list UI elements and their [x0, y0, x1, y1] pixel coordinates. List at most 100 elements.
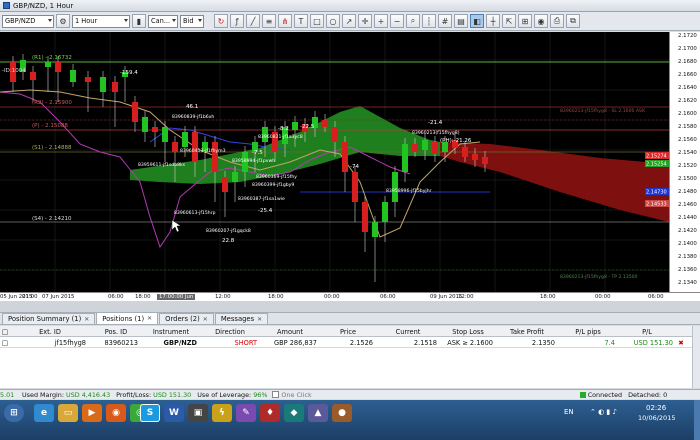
ohlc-button[interactable]: ┼	[486, 14, 500, 28]
shape-tool-button[interactable]: □	[310, 14, 324, 28]
magnifier-button[interactable]: ⌕	[406, 14, 420, 28]
pitchfork-button[interactable]: ⋔	[278, 14, 292, 28]
chart-canvas[interactable]: (R1) - 2.16732 (R2) - 2.15900 (P) - 2.15…	[0, 32, 669, 292]
time-axis[interactable]: 17:00:00 Jun 05 Jun 2015 21:00 07 Jun 2015…	[0, 292, 700, 301]
period-select[interactable]: 1 Hour	[72, 14, 130, 28]
lightning-icon[interactable]: ϟ	[212, 404, 232, 422]
row-checkbox[interactable]: □	[0, 337, 10, 348]
tab-messages[interactable]: Messages ✕	[214, 313, 269, 324]
screenshot-button[interactable]: ◉	[534, 14, 548, 28]
rectangle-icon: □	[313, 16, 321, 26]
paint-icon[interactable]: ✎	[236, 404, 256, 422]
indicators-button[interactable]: ƒ	[230, 14, 244, 28]
close-icon[interactable]: ✕	[203, 316, 208, 323]
col-stop-loss[interactable]: Stop Loss	[440, 326, 496, 337]
template-button[interactable]: ▤	[454, 14, 468, 28]
instrument-select[interactable]: GBP/NZD	[2, 14, 54, 28]
print-button[interactable]: ⎙	[550, 14, 564, 28]
clock-time[interactable]: 02:26	[646, 404, 666, 412]
price-tick-label: 2.1680	[678, 59, 697, 65]
tab-position-summary[interactable]: Position Summary (1) ✕	[2, 313, 96, 324]
candle-type-button[interactable]: ▮	[132, 14, 146, 28]
refresh-button[interactable]: ↻	[214, 14, 228, 28]
col-ext-id[interactable]: Ext. ID	[10, 326, 90, 337]
terminal-icon[interactable]: ▣	[188, 404, 208, 422]
grid-button[interactable]: #	[438, 14, 452, 28]
s1-label: (S1) - 2.14888	[32, 145, 72, 151]
zoom-in-button[interactable]: +	[374, 14, 388, 28]
time-tick-label: 12:00	[458, 294, 474, 300]
trade-tag-7: 83960399-jf1gby9	[252, 182, 294, 188]
col-current[interactable]: Current	[376, 326, 440, 337]
fibonacci-button[interactable]: ≡	[262, 14, 276, 28]
period-separator-button[interactable]: ┆	[422, 14, 436, 28]
start-button[interactable]: ⊞	[4, 404, 24, 422]
trade-tag-3: 83960839-jf1b6xh	[172, 114, 214, 120]
s4-label: (S4) - 2.14210	[32, 216, 72, 222]
language-indicator[interactable]: EN	[564, 408, 574, 416]
objects-button[interactable]: ⊞	[518, 14, 532, 28]
col-amount[interactable]: Amount	[260, 326, 320, 337]
app14-icon[interactable]: ●	[332, 404, 352, 422]
app12-icon[interactable]: ◆	[284, 404, 304, 422]
select-all-checkbox[interactable]: □	[0, 326, 10, 337]
firefox-icon[interactable]: ◉	[106, 404, 126, 422]
pointer-icon: ⇱	[505, 16, 513, 26]
chart-settings-button[interactable]: ◧	[470, 14, 484, 28]
tray-icons[interactable]: ⌃ ◐ ▮ ♪	[590, 408, 617, 416]
tab-positions[interactable]: Positions (1) ✕	[96, 312, 159, 324]
cell-stop-loss[interactable]: ASK ≥ 2.1600	[440, 337, 496, 348]
media-player-icon[interactable]: ▶	[82, 404, 102, 422]
col-price[interactable]: Price	[320, 326, 376, 337]
candle-body	[182, 132, 188, 147]
ie-icon[interactable]: e	[34, 404, 54, 422]
game-icon[interactable]: ♦	[260, 404, 280, 422]
price-side-select[interactable]: Bid	[180, 14, 204, 28]
col-take-profit[interactable]: Take Profit	[496, 326, 558, 337]
tab-orders[interactable]: Orders (2) ✕	[159, 313, 214, 324]
close-icon[interactable]: ✕	[257, 316, 262, 323]
ellipse-tool-button[interactable]: ○	[326, 14, 340, 28]
col-pl[interactable]: P/L	[618, 326, 676, 337]
draw-select-button[interactable]: ⇱	[502, 14, 516, 28]
candle-body	[212, 142, 218, 172]
instrument-settings-button[interactable]: ⚙	[56, 14, 70, 28]
objects-icon: ⊞	[521, 16, 529, 26]
table-row[interactable]: □ jf15fhyg8 83960213 GBP/NZD SHORT GBP 2…	[0, 337, 700, 348]
zoom-out-button[interactable]: −	[390, 14, 404, 28]
close-icon[interactable]: ✕	[147, 315, 152, 322]
price-chart[interactable]: (R1) - 2.16732 (R2) - 2.15900 (P) - 2.15…	[0, 32, 669, 292]
word-icon[interactable]: W	[164, 404, 184, 422]
annotation-7: -74	[350, 164, 359, 170]
close-position-button[interactable]: ✖	[676, 337, 686, 348]
skype-icon[interactable]: S	[140, 404, 160, 422]
cell-pos-id: 83960213	[104, 338, 138, 347]
detached-count: Detached: 0	[628, 390, 668, 399]
trendline-button[interactable]: ╱	[246, 14, 260, 28]
table-scrollbar[interactable]	[692, 326, 700, 388]
cross-tool-button[interactable]: ✛	[358, 14, 372, 28]
arrow-tool-button[interactable]: ↗	[342, 14, 356, 28]
text-tool-button[interactable]: T	[294, 14, 308, 28]
annotation-4: -21.4	[428, 120, 443, 126]
trade-tag-11: 83958996-jf15byjhr	[386, 188, 432, 194]
col-direction[interactable]: Direction	[200, 326, 260, 337]
col-pl-pips[interactable]: P/L pips	[558, 326, 618, 337]
show-desktop-button[interactable]	[694, 400, 700, 440]
leverage-value: 96%	[253, 390, 268, 399]
folder-icon[interactable]: ▭	[58, 404, 78, 422]
app13-icon[interactable]: ▲	[308, 404, 328, 422]
col-pos-id[interactable]: Pos. ID	[90, 326, 142, 337]
clock-date[interactable]: 10/06/2015	[638, 414, 675, 422]
price-axis[interactable]: 2.1720 2.1700 2.1680 2.1660 2.1640 2.1620 2.16…	[669, 32, 700, 292]
chart-type-select[interactable]: Can...	[148, 14, 178, 28]
col-instrument[interactable]: Instrument	[142, 326, 200, 337]
badge-blue: 2.14730	[646, 190, 667, 196]
detach-button[interactable]: ⧉	[566, 14, 580, 28]
close-icon[interactable]: ✕	[84, 316, 89, 323]
price-side-select-value: Bid	[183, 17, 194, 25]
cell-take-profit[interactable]: 2.1350	[496, 337, 558, 348]
one-click-checkbox[interactable]	[272, 391, 280, 398]
tab-label: Orders (2)	[165, 315, 200, 323]
candle-body	[142, 117, 148, 132]
